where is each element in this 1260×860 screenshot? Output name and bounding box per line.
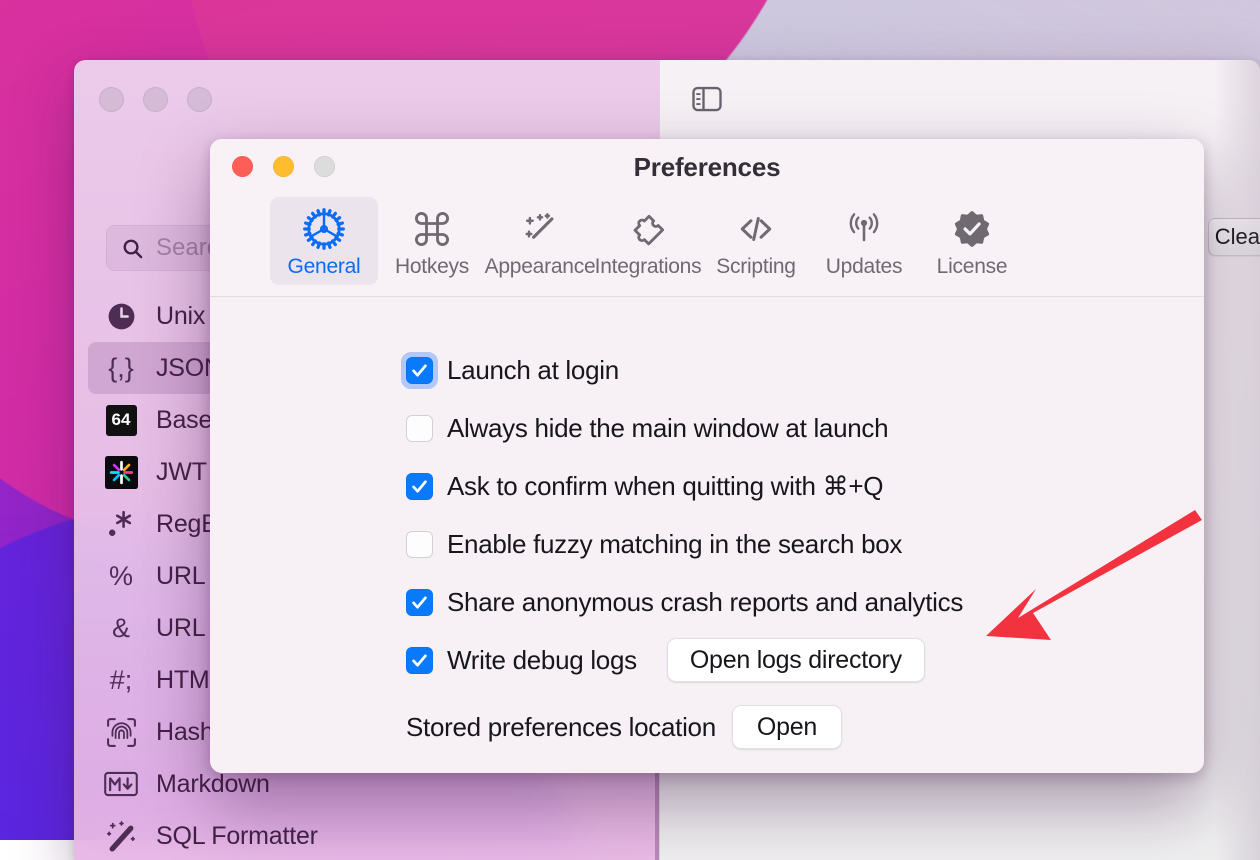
option-label: Write debug logs xyxy=(447,645,637,676)
option-row: Share anonymous crash reports and analyt… xyxy=(406,573,1204,631)
tab-label: Appearance xyxy=(485,255,596,279)
clear-button[interactable]: Clear xyxy=(1208,218,1260,256)
tab-license[interactable]: License xyxy=(918,197,1026,285)
command-icon xyxy=(410,206,454,252)
checkbox-launch-at-login[interactable] xyxy=(406,357,433,384)
magic-wand-icon xyxy=(518,206,562,252)
sidebar-item-sql-formatter[interactable]: SQL Formatter xyxy=(88,810,645,860)
preferences-window[interactable]: Preferences General Hotkeys Appearance I… xyxy=(210,139,1204,773)
regex-icon xyxy=(104,507,138,541)
option-label: Launch at login xyxy=(447,355,619,386)
base64-icon: 64 xyxy=(104,403,138,437)
gear-icon xyxy=(302,206,346,252)
checkbox-enable-fuzzy-matching-in-the-search-box[interactable] xyxy=(406,531,433,558)
window-edge-shadow xyxy=(1214,60,1260,860)
tab-updates[interactable]: Updates xyxy=(810,197,918,285)
ampersand-icon: & xyxy=(104,611,138,645)
tab-label: Integrations xyxy=(595,255,702,279)
option-row: Write debug logs Open logs directory xyxy=(406,631,1204,689)
minimize-button-inactive[interactable] xyxy=(143,87,168,112)
tab-label: Scripting xyxy=(716,255,795,279)
antenna-icon xyxy=(842,206,886,252)
checkmark-icon xyxy=(410,361,429,380)
main-window-toolbar xyxy=(660,60,1260,140)
json-braces-icon: {,} xyxy=(104,351,138,385)
preferences-titlebar: Preferences General Hotkeys Appearance I… xyxy=(210,139,1204,297)
sidebar-item-label: Markdown xyxy=(156,770,270,799)
checkmark-icon xyxy=(410,593,429,612)
preferences-window-title: Preferences xyxy=(210,152,1204,183)
checkbox-always-hide-the-main-window-at-launch[interactable] xyxy=(406,415,433,442)
stored-preferences-row: Stored preferences location Open xyxy=(406,701,1204,753)
general-options-list[interactable]: Launch at login Always hide the main wind… xyxy=(210,341,1204,689)
html-entity-icon: #; xyxy=(104,663,138,697)
puzzle-icon xyxy=(626,206,670,252)
option-row: Enable fuzzy matching in the search box xyxy=(406,515,1204,573)
tab-label: Hotkeys xyxy=(395,255,469,279)
sidebar-toggle-icon[interactable] xyxy=(692,86,722,112)
code-icon xyxy=(734,206,778,252)
clock-icon xyxy=(104,299,138,333)
option-row: Ask to confirm when quitting with ⌘+Q xyxy=(406,457,1204,515)
markdown-icon xyxy=(104,767,138,801)
sidebar-item-label: SQL Formatter xyxy=(156,822,318,851)
tab-appearance[interactable]: Appearance xyxy=(486,197,594,285)
option-label: Share anonymous crash reports and analyt… xyxy=(447,587,963,618)
tab-integrations[interactable]: Integrations xyxy=(594,197,702,285)
checkbox-ask-to-confirm-when-quitting-with-q[interactable] xyxy=(406,473,433,500)
wand-icon xyxy=(104,819,138,853)
tab-scripting[interactable]: Scripting xyxy=(702,197,810,285)
preferences-toolbar-tabs[interactable]: General Hotkeys Appearance Integrations … xyxy=(270,197,1184,285)
badge-check-icon xyxy=(950,206,994,252)
option-label: Always hide the main window at launch xyxy=(447,413,888,444)
tab-hotkeys[interactable]: Hotkeys xyxy=(378,197,486,285)
search-icon xyxy=(121,237,144,260)
tab-label: Updates xyxy=(826,255,902,279)
open-logs-directory-button[interactable]: Open logs directory xyxy=(667,638,925,682)
jwt-icon xyxy=(104,455,138,489)
option-row: Always hide the main window at launch xyxy=(406,399,1204,457)
checkbox-share-anonymous-crash-reports-and-analytics[interactable] xyxy=(406,589,433,616)
option-label: Enable fuzzy matching in the search box xyxy=(447,529,902,560)
preferences-general-panel: Launch at login Always hide the main wind… xyxy=(210,297,1204,773)
checkmark-icon xyxy=(410,477,429,496)
checkbox-write-debug-logs[interactable] xyxy=(406,647,433,674)
option-row: Launch at login xyxy=(406,341,1204,399)
stored-preferences-label: Stored preferences location xyxy=(406,712,716,743)
fingerprint-icon xyxy=(104,715,138,749)
main-window-traffic-lights xyxy=(99,87,212,112)
tab-label: License xyxy=(937,255,1008,279)
checkmark-icon xyxy=(410,651,429,670)
open-stored-preferences-button[interactable]: Open xyxy=(732,705,842,749)
tab-label: General xyxy=(288,255,361,279)
tab-general[interactable]: General xyxy=(270,197,378,285)
option-label: Ask to confirm when quitting with ⌘+Q xyxy=(447,471,883,502)
percent-icon: % xyxy=(104,559,138,593)
close-button-inactive[interactable] xyxy=(99,87,124,112)
zoom-button-inactive[interactable] xyxy=(187,87,212,112)
